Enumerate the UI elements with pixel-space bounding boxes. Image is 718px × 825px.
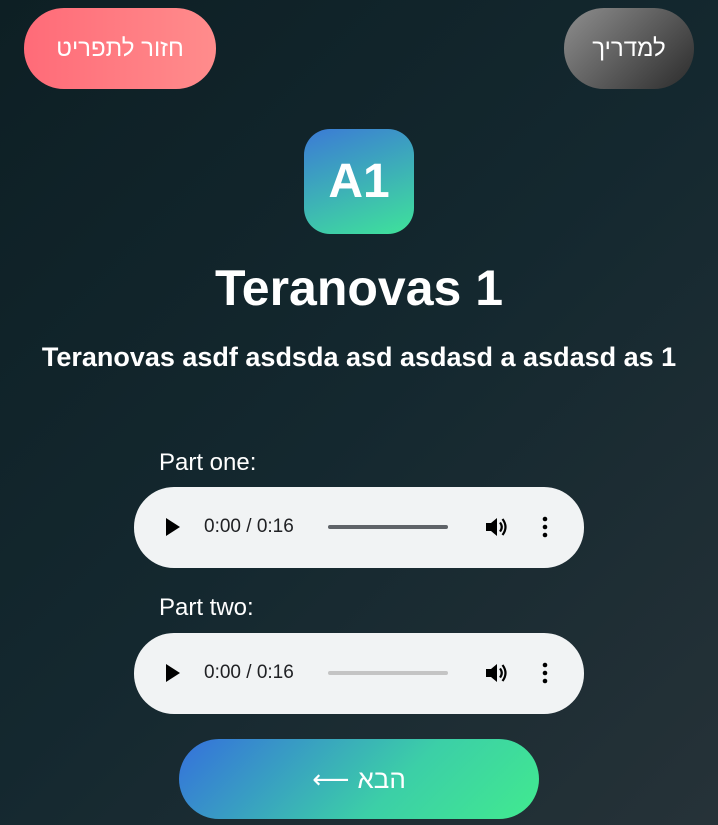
audio-time: 0:00 / 0:16: [204, 516, 294, 537]
more-vertical-icon[interactable]: [538, 515, 552, 539]
back-to-menu-button[interactable]: חזור לתפריט: [24, 8, 216, 89]
back-to-menu-label: חזור לתפריט: [56, 34, 184, 62]
part-two-label: Part two:: [159, 594, 254, 621]
play-icon[interactable]: [166, 664, 180, 682]
audio-player-part-one[interactable]: 0:00 / 0:16: [134, 487, 584, 568]
audio-progress-track[interactable]: [328, 671, 448, 675]
volume-icon[interactable]: [484, 661, 510, 685]
page-title: Teranovas 1: [214, 260, 504, 316]
next-label: הבא: [357, 763, 406, 794]
next-button[interactable]: ⟵ הבא: [179, 739, 539, 819]
level-badge-text: A1: [328, 155, 390, 208]
guide-button[interactable]: למדריך: [564, 8, 694, 89]
play-icon[interactable]: [166, 518, 180, 536]
volume-icon[interactable]: [484, 515, 510, 539]
part-one-label: Part one:: [159, 449, 257, 476]
arrow-left-icon: ⟵: [312, 763, 350, 794]
more-vertical-icon[interactable]: [538, 661, 552, 685]
level-badge: A1: [304, 129, 414, 234]
audio-player-part-two[interactable]: 0:00 / 0:16: [134, 633, 584, 714]
audio-progress-track[interactable]: [328, 525, 448, 529]
guide-label: למדריך: [592, 34, 666, 62]
audio-time: 0:00 / 0:16: [204, 662, 294, 683]
page-subtitle: Teranovas asdf asdsda asd asdasd a asdas…: [41, 342, 677, 372]
